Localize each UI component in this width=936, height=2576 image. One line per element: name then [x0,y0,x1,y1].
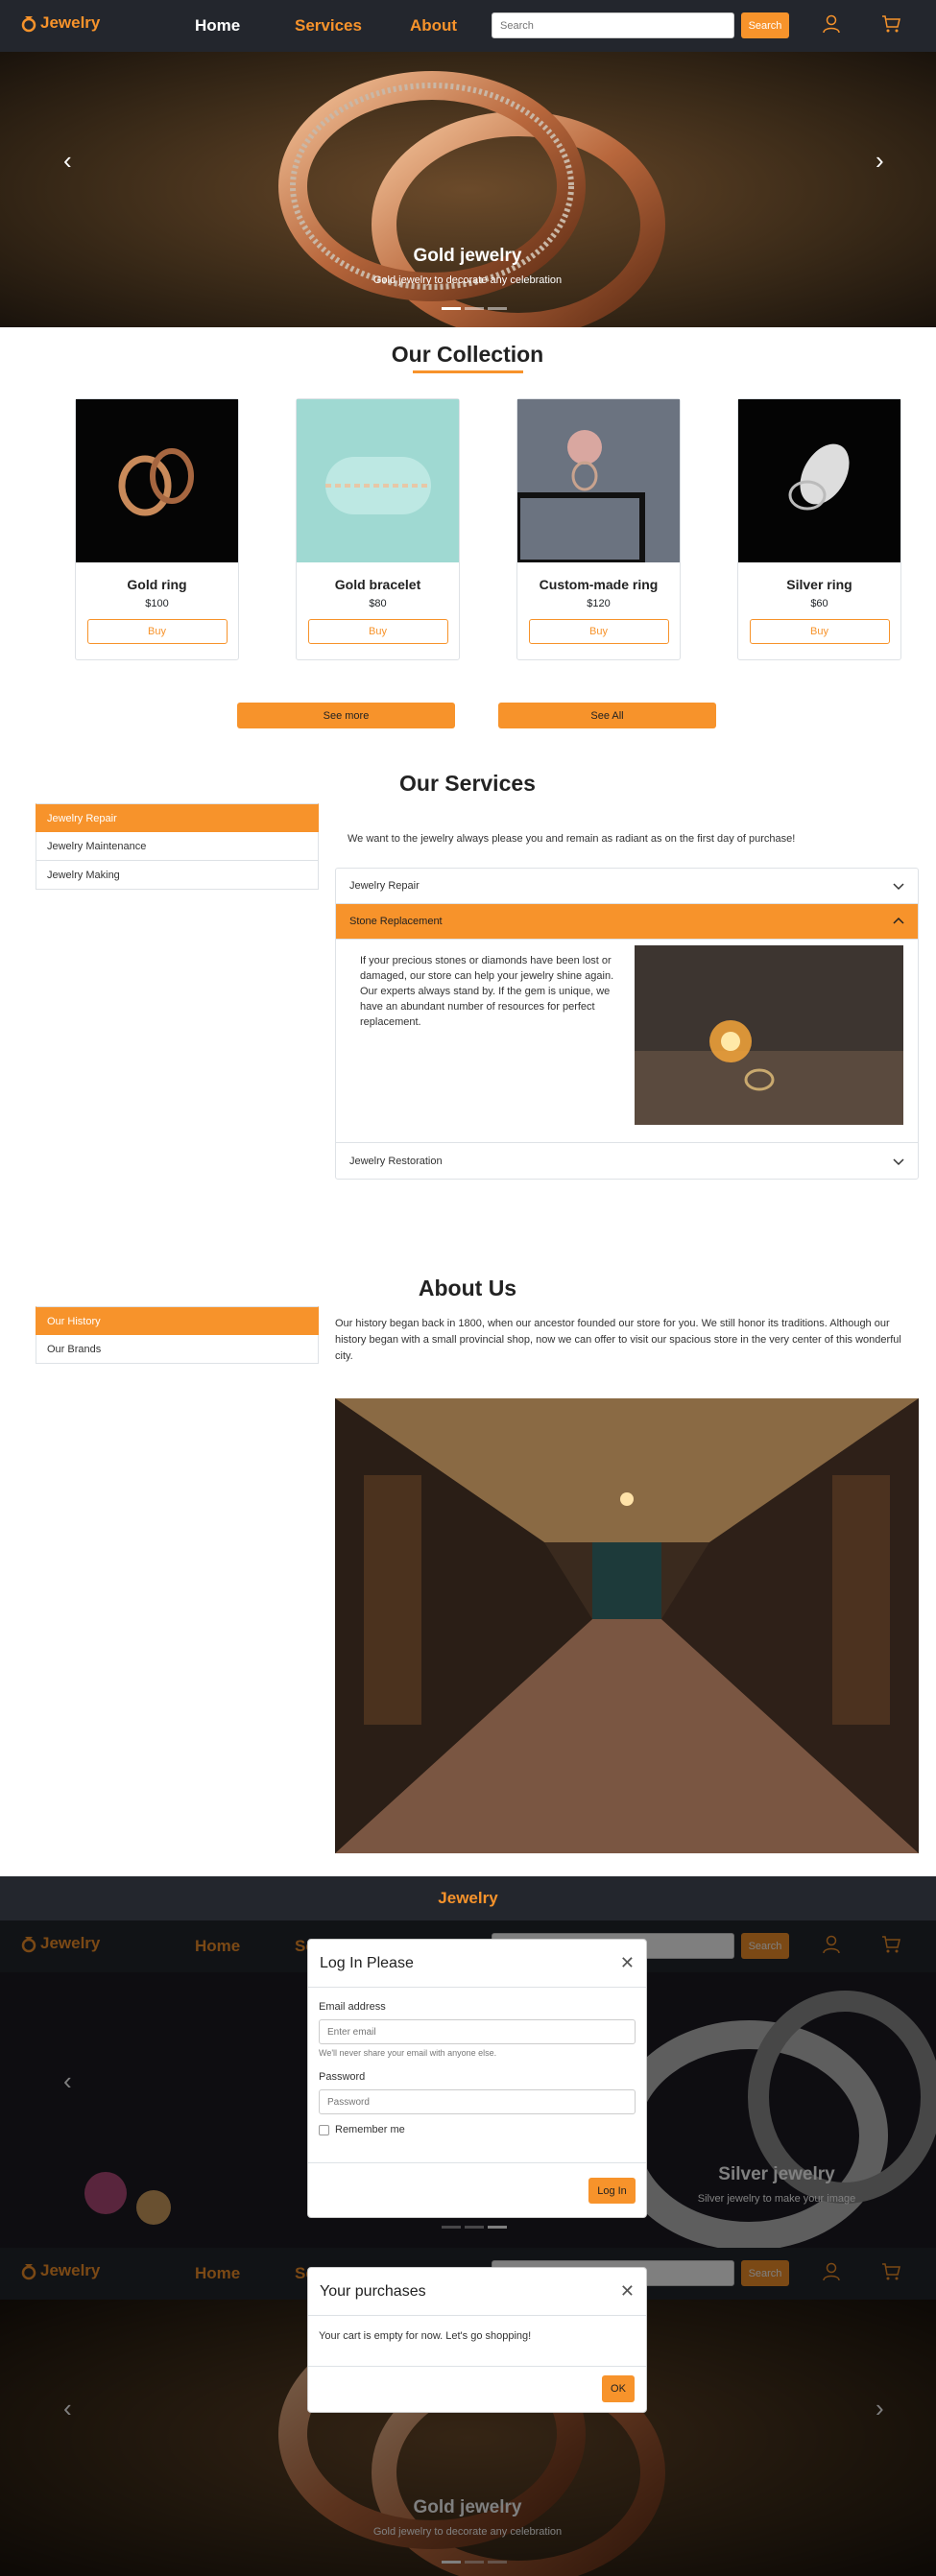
email-help-text: We'll never share your email with anyone… [319,2048,497,2058]
title-underline [412,370,523,373]
login-modal-header: Log In Please ✕ [308,1940,646,1988]
custom-ring-image [515,399,680,565]
login-modal-title: Log In Please [320,1954,414,1971]
login-submit-button[interactable]: Log In [588,2178,636,2204]
see-all-button[interactable]: See All [498,703,716,728]
gold-bracelet-image [297,399,459,562]
user-icon[interactable] [821,13,842,35]
product-card: Gold bracelet $80 Buy [296,398,460,660]
tab-jewelry-making[interactable]: Jewelry Making [36,861,319,890]
remember-checkbox[interactable] [319,2124,329,2135]
accordion-body: If your precious stones or diamonds have… [336,940,918,1143]
jeweler-workshop-image [635,945,903,1125]
close-icon[interactable]: ✕ [620,1953,635,1973]
product-name: Gold ring [127,577,187,592]
about-text: Our history began back in 1800, when our… [335,1318,901,1362]
see-more-button[interactable]: See more [237,703,455,728]
top-navbar: Jewelry Home Services About Search [0,0,936,52]
product-name: Gold bracelet [334,577,421,592]
cart-icon[interactable] [880,13,901,35]
nav-services[interactable]: Services [295,16,362,36]
cart-modal: Your purchases ✕ Your cart is empty for … [307,2267,647,2413]
ring-logo-icon [21,16,36,33]
silver-ring-image [738,399,900,562]
tab-our-brands[interactable]: Our Brands [36,1335,319,1364]
product-name: Custom-made ring [539,577,659,592]
hero-carousel: ‹ › Gold jewelry Gold jewelry to decorat… [0,52,936,327]
cart-modal-title: Your purchases [320,2282,426,2300]
cart-empty-text: Your cart is empty for now. Let's go sho… [319,2330,532,2342]
tab-jewelry-repair[interactable]: Jewelry Repair [36,803,319,832]
hero-title: Gold jewelry [413,246,522,266]
product-price: $60 [810,598,828,609]
collection-title: Our Collection [324,342,612,373]
remember-label: Remember me [335,2124,405,2135]
email-field[interactable] [319,2019,636,2044]
services-title: Our Services [399,771,536,796]
search-button[interactable]: Search [741,12,789,38]
buy-button[interactable]: Buy [749,619,890,644]
services-tab-list: Jewelry Repair Jewelry Maintenance Jewel… [36,803,319,890]
chevron-down-icon [893,883,904,891]
stone-replacement-text: If your precious stones or diamonds have… [360,955,614,1028]
nav-home[interactable]: Home [195,16,240,36]
brand-name: Jewelry [40,13,101,32]
carousel-indicators[interactable] [442,307,507,310]
cart-ok-button[interactable]: OK [602,2375,635,2402]
carousel-next-icon[interactable]: › [876,146,884,176]
carousel-prev-icon[interactable]: ‹ [63,146,72,176]
product-card: Gold ring $100 Buy [75,398,239,660]
product-price: $100 [145,598,169,609]
product-price: $120 [587,598,611,609]
buy-button[interactable]: Buy [86,619,228,644]
tab-our-history[interactable]: Our History [36,1306,319,1335]
gold-ring-image [76,399,238,562]
footer-brand: Jewelry [0,1876,936,1920]
product-card: Custom-made ring $120 Buy [515,398,681,660]
tab-jewelry-maintenance[interactable]: Jewelry Maintenance [36,832,319,861]
store-hallway-image [335,1398,919,1853]
accordion-stone-replacement[interactable]: Stone Replacement [336,904,918,940]
search-input[interactable] [492,12,734,38]
chevron-up-icon [893,917,904,924]
services-accordion: Jewelry Repair Stone Replacement If your… [335,868,919,1180]
password-field[interactable] [319,2089,636,2114]
chevron-down-icon [893,1157,904,1165]
services-intro: We want to the jewelry always please you… [348,833,796,845]
hero-subtitle: Gold jewelry to decorate any celebration [372,274,563,286]
product-card: Silver ring $60 Buy [737,398,901,660]
password-label: Password [319,2071,366,2083]
email-label: Email address [319,2001,386,2013]
accordion-jewelry-repair[interactable]: Jewelry Repair [336,869,918,904]
cart-modal-header: Your purchases ✕ [308,2268,646,2316]
buy-button[interactable]: Buy [528,619,669,644]
nav-about[interactable]: About [410,16,457,36]
about-tab-list: Our History Our Brands [36,1306,319,1364]
accordion-jewelry-restoration[interactable]: Jewelry Restoration [336,1143,918,1179]
about-title: About Us [418,1276,517,1300]
hero-caption: Gold jewelry Gold jewelry to decorate an… [324,246,612,286]
close-icon[interactable]: ✕ [620,2281,635,2302]
product-price: $80 [369,598,387,609]
product-name: Silver ring [786,577,852,592]
login-modal: Log In Please ✕ Email address We'll neve… [307,1939,647,2218]
brand-logo[interactable]: Jewelry [19,13,100,33]
buy-button[interactable]: Buy [307,619,448,644]
